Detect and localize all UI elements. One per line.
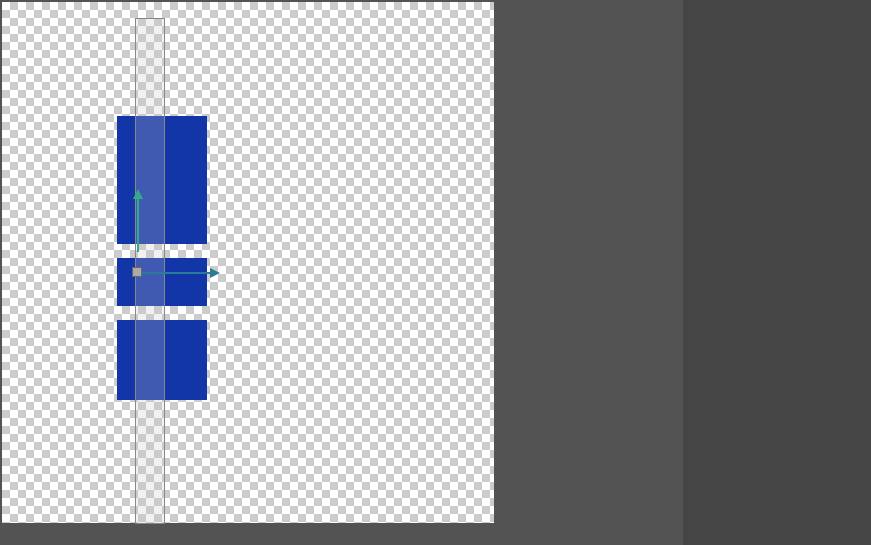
gizmo-x-axis[interactable] bbox=[137, 272, 217, 274]
gizmo-y-axis[interactable] bbox=[137, 192, 139, 252]
right-panel: 思缘设计论坛 WWW.MISSYUAN.COM X: X: Y: Y: Z: Z… bbox=[683, 0, 871, 545]
gizmo-origin[interactable] bbox=[132, 267, 142, 277]
canvas[interactable] bbox=[2, 2, 494, 523]
